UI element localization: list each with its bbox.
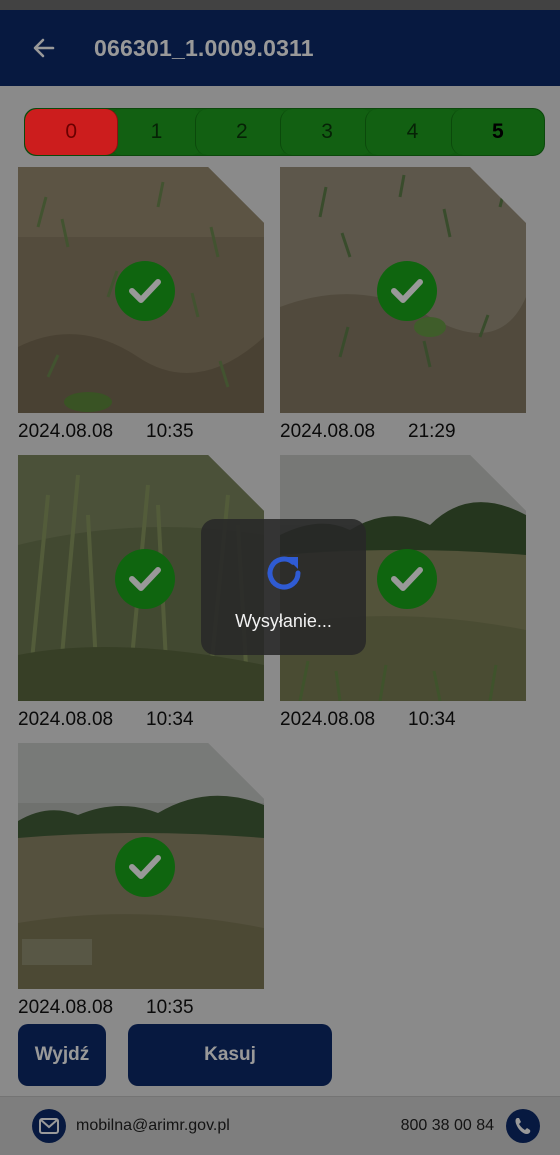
- rating-option-0[interactable]: 0: [25, 109, 118, 155]
- loading-text: Wysyłanie...: [235, 611, 332, 631]
- refresh-icon: [267, 556, 300, 590]
- loading-dialog: Wysyłanie...: [201, 519, 366, 655]
